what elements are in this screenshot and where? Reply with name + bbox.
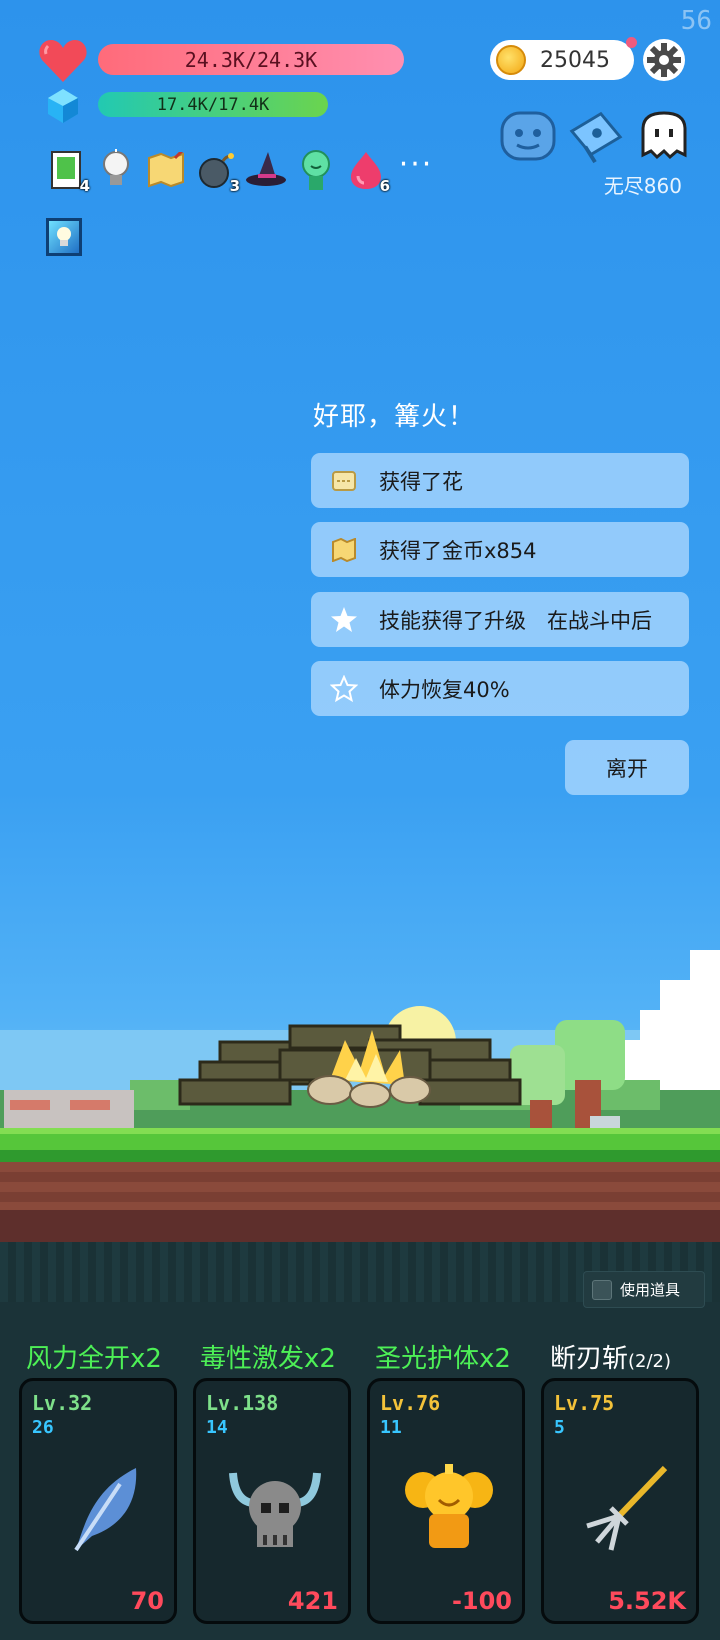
feather-icon — [46, 1453, 156, 1563]
more-items-button[interactable]: ··· — [394, 147, 438, 193]
map-scroll-icon — [329, 535, 359, 565]
star-filled-icon — [329, 605, 359, 635]
event-option-flower[interactable]: 获得了花 — [311, 453, 689, 508]
skill-level: Lv.138 — [206, 1391, 279, 1415]
skill-value: 70 — [130, 1587, 164, 1615]
skill-card-holy-shield[interactable]: Lv.76 11 -100 — [367, 1378, 525, 1624]
horned-skull-icon — [220, 1453, 330, 1563]
checkbox-icon[interactable] — [592, 1279, 612, 1300]
item-green-card[interactable]: 4 — [44, 147, 90, 195]
green-card-icon — [51, 151, 81, 189]
grass-shadow — [0, 1150, 720, 1162]
item-map-scroll[interactable] — [144, 147, 188, 193]
star-outline-icon — [329, 674, 359, 704]
skill-level: Lv.76 — [380, 1391, 441, 1415]
white-ghost-icon[interactable] — [634, 106, 694, 166]
skill-name-4: 断刃斩(2/2) — [550, 1344, 672, 1374]
skill-card-blade-slash[interactable]: Lv.75 5 5.52K — [541, 1378, 699, 1624]
skill-name-3: 圣光护体x2 — [375, 1344, 511, 1374]
use-item-toggle[interactable]: 使用道具 — [583, 1271, 705, 1308]
inventory-row: 4 3 6 ··· — [44, 146, 438, 195]
skill-level: Lv.75 — [554, 1391, 615, 1415]
leave-button[interactable]: 离开 — [565, 740, 689, 795]
gear-icon[interactable] — [642, 38, 686, 82]
flower-scroll-icon — [329, 466, 359, 496]
pitchfork-icon — [568, 1453, 678, 1563]
flame-drop-icon — [351, 152, 381, 189]
witch-hat-icon — [246, 152, 286, 186]
item-witch-hat[interactable] — [244, 147, 288, 193]
coin-icon — [496, 45, 526, 75]
skill-card-wind[interactable]: Lv.32 26 70 — [19, 1378, 177, 1624]
heart-icon — [39, 40, 87, 82]
skill-count: 5 — [554, 1417, 565, 1438]
lightbulb-icon — [103, 149, 129, 185]
item-lightbulb[interactable] — [94, 147, 138, 193]
map-scroll-icon — [148, 152, 184, 188]
item-flame-drop[interactable]: 6 — [344, 147, 390, 195]
crystal-icon — [48, 89, 78, 123]
coin-amount: 25045 — [540, 47, 610, 73]
event-option-gold[interactable]: 获得了金币x854 — [311, 522, 689, 577]
lightbulb-buff-icon[interactable] — [46, 218, 82, 256]
green-potion-icon — [302, 150, 330, 190]
ghost-blue-icon[interactable] — [498, 106, 558, 166]
skill-card-poison[interactable]: Lv.138 14 421 — [193, 1378, 351, 1624]
skill-value: -100 — [451, 1587, 512, 1615]
golden-armor-icon — [394, 1453, 504, 1563]
skill-value: 421 — [287, 1587, 338, 1615]
skill-name-2: 毒性激发x2 — [200, 1344, 336, 1374]
notification-dot — [626, 37, 637, 48]
endless-level: 无尽860 — [603, 174, 682, 198]
top-right-icons — [498, 106, 694, 166]
event-option-skill-upgrade[interactable]: 技能获得了升级 在战斗中后 — [311, 592, 689, 647]
coin-counter[interactable]: 25045 — [490, 40, 634, 80]
skill-level: Lv.32 — [32, 1391, 93, 1415]
skill-value: 5.52K — [608, 1587, 686, 1615]
item-bomb[interactable]: 3 — [194, 147, 240, 195]
use-item-label: 使用道具 — [620, 1281, 681, 1299]
skill-name-1: 风力全开x2 — [26, 1344, 162, 1374]
dirt-dark-layer — [0, 1210, 720, 1242]
fps-counter: 56 — [680, 6, 712, 36]
event-option-stamina[interactable]: 体力恢复40% — [311, 661, 689, 716]
skill-count: 11 — [380, 1417, 402, 1438]
item-green-potion[interactable] — [294, 147, 338, 193]
skill-count: 14 — [206, 1417, 228, 1438]
energy-bar: 17.4K/17.4K — [98, 92, 328, 117]
event-title: 好耶，篝火！ — [313, 402, 476, 432]
hp-bar: 24.3K/24.3K — [98, 44, 404, 75]
flag-icon[interactable] — [566, 106, 626, 166]
skill-count: 26 — [32, 1417, 54, 1438]
